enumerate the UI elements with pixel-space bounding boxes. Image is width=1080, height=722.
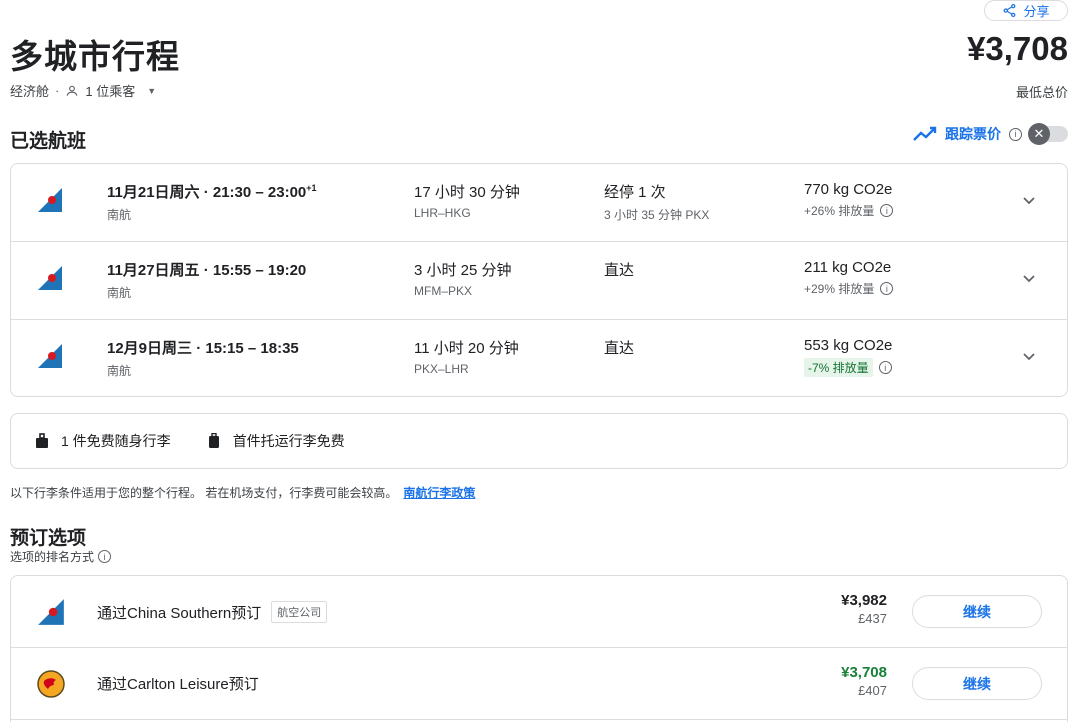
layover-text: 3 小时 35 分钟 PKX (604, 208, 710, 222)
total-price: ¥3,708 (967, 30, 1068, 67)
baggage-card: 1 件免费随身行李 首件托运行李免费 (10, 413, 1068, 469)
trip-meta[interactable]: 经济舱 · 1 位乘客 ▼ (10, 81, 156, 100)
flight-duration: 3 小时 25 分钟 MFM–PKX (414, 259, 512, 298)
provider-name: 通过China Southern预订 (97, 604, 262, 622)
co2-diff: -7% 排放量 (804, 358, 873, 377)
flight-date-time: 11月27日周五 · 15:55 – 19:20 (107, 262, 307, 279)
baggage-note-text: 以下行李条件适用于您的整个行程。 若在机场支付，行李费可能会较高。 (10, 486, 398, 500)
baggage-note: 以下行李条件适用于您的整个行程。 若在机场支付，行李费可能会较高。 南航行李政策 (10, 484, 475, 501)
flight-time: 11月21日周六 · 21:30 – 23:00+1 南航 (107, 181, 317, 223)
meta-separator: · (55, 83, 60, 98)
booking-options-title: 预订选项 (10, 528, 87, 549)
share-button[interactable]: 分享 (984, 0, 1068, 21)
booking-option-name: 通过Carlton Leisure预订 (97, 673, 259, 694)
baggage-policy-link[interactable]: 南航行李政策 (403, 486, 475, 500)
day-offset: +1 (306, 183, 317, 193)
co2-value: 211 kg CO2e (804, 259, 892, 276)
price-cny: ¥3,982 (841, 592, 887, 609)
sort-info: 选项的排名方式 i (10, 548, 112, 565)
close-icon: ✕ (1028, 123, 1050, 145)
flight-date-time: 12月9日周三 · 15:15 – 18:35 (107, 340, 299, 357)
co2-value: 553 kg CO2e (804, 337, 893, 354)
flight-row[interactable]: 11月27日周五 · 15:55 – 19:20 南航 3 小时 25 分钟 M… (11, 242, 1067, 320)
carry-on-bag-icon (36, 433, 48, 448)
selected-flights-card: 11月21日周六 · 21:30 – 23:00+1 南航 17 小时 30 分… (10, 163, 1068, 397)
stops-text: 经停 1 次 (604, 184, 666, 201)
flight-date-time: 11月21日周六 · 21:30 – 23:00 (107, 184, 307, 201)
sort-label: 选项的排名方式 (10, 550, 95, 564)
flight-emissions: 211 kg CO2e +29% 排放量 i (804, 259, 894, 297)
trend-icon (913, 126, 937, 141)
flight-time: 12月9日周三 · 15:15 – 18:35 南航 (107, 337, 299, 379)
flight-route: MFM–PKX (414, 284, 473, 298)
share-icon (1004, 3, 1016, 18)
airline-logo-icon (38, 599, 64, 625)
duration-text: 3 小时 25 分钟 (414, 262, 512, 279)
page-title: 多城市行程 (10, 38, 180, 75)
flight-airline: 南航 (107, 208, 132, 222)
cabin-class: 经济舱 (10, 84, 50, 99)
booking-options-card: 通过China Southern预订 航空公司 ¥3,982 £437 继续 通… (10, 575, 1068, 722)
passenger-count: 1 位乘客 (85, 84, 136, 99)
flight-airline: 南航 (107, 364, 132, 378)
airline-tag: 航空公司 (271, 601, 328, 623)
stops-text: 直达 (604, 262, 635, 279)
airline-logo-icon (38, 266, 62, 290)
flight-stops: 直达 (604, 259, 634, 280)
flight-stops: 经停 1 次 3 小时 35 分钟 PKX (604, 181, 709, 223)
flight-row[interactable]: 11月21日周六 · 21:30 – 23:00+1 南航 17 小时 30 分… (11, 164, 1067, 242)
duration-text: 17 小时 30 分钟 (414, 184, 520, 201)
airline-logo-icon (38, 344, 62, 368)
info-icon[interactable]: i (878, 361, 892, 374)
caret-down-icon: ▼ (147, 85, 157, 96)
airline-logo-icon (38, 188, 62, 212)
info-icon[interactable]: i (880, 204, 894, 217)
stops-text: 直达 (604, 340, 635, 357)
info-icon[interactable]: i (880, 282, 894, 295)
info-icon[interactable]: i (1009, 127, 1022, 141)
info-icon[interactable]: i (98, 550, 112, 563)
chevron-down-icon[interactable] (1021, 192, 1037, 208)
track-prices[interactable]: 跟踪票价 i ✕ (913, 123, 1068, 145)
carry-on-label: 1 件免费随身行李 (61, 433, 171, 449)
continue-button[interactable]: 继续 (912, 667, 1042, 700)
booking-option-name: 通过China Southern预订 航空公司 (97, 601, 328, 623)
person-icon (67, 85, 78, 96)
flight-duration: 17 小时 30 分钟 LHR–HKG (414, 181, 520, 220)
price-gbp: £437 (858, 611, 887, 626)
track-prices-label: 跟踪票价 (945, 126, 1001, 142)
checked-bag-label: 首件托运行李免费 (232, 433, 345, 449)
price-cny: ¥3,708 (841, 664, 887, 681)
duration-text: 11 小时 20 分钟 (414, 340, 519, 357)
flight-emissions: 770 kg CO2e +26% 排放量 i (804, 181, 894, 219)
carry-on-item: 1 件免费随身行李 (35, 431, 171, 451)
co2-diff: +29% 排放量 (804, 282, 875, 296)
booking-price: ¥3,982 £437 (841, 592, 887, 626)
share-label: 分享 (1023, 4, 1050, 19)
flight-route: PKX–LHR (414, 362, 469, 376)
flight-route: LHR–HKG (414, 206, 471, 220)
continue-button[interactable]: 继续 (912, 595, 1042, 628)
carlton-leisure-logo-icon (37, 670, 65, 698)
booking-option[interactable]: 通过Carlton Leisure预订 ¥3,708 £407 继续 (11, 648, 1067, 720)
flight-airline: 南航 (107, 286, 132, 300)
flight-duration: 11 小时 20 分钟 PKX–LHR (414, 337, 519, 376)
checked-bag-icon (208, 433, 219, 448)
flight-row[interactable]: 12月9日周三 · 15:15 – 18:35 南航 11 小时 20 分钟 P… (11, 320, 1067, 398)
price-gbp: £407 (858, 683, 887, 698)
chevron-down-icon[interactable] (1021, 348, 1037, 364)
chevron-down-icon[interactable] (1021, 270, 1037, 286)
co2-diff: +26% 排放量 (804, 204, 875, 218)
checked-bag-item: 首件托运行李免费 (207, 431, 345, 451)
booking-price: ¥3,708 £407 (841, 664, 887, 698)
flight-stops: 直达 (604, 337, 634, 358)
selected-flights-title: 已选航班 (10, 131, 87, 152)
flight-emissions: 553 kg CO2e -7% 排放量 i (804, 337, 892, 377)
track-prices-toggle[interactable]: ✕ (1028, 123, 1068, 145)
co2-value: 770 kg CO2e (804, 181, 893, 198)
provider-name: 通过Carlton Leisure预订 (97, 676, 259, 693)
price-caption: 最低总价 (1015, 85, 1068, 100)
booking-option[interactable]: 通过China Southern预订 航空公司 ¥3,982 £437 继续 (11, 576, 1067, 648)
flight-time: 11月27日周五 · 15:55 – 19:20 南航 (107, 259, 306, 301)
